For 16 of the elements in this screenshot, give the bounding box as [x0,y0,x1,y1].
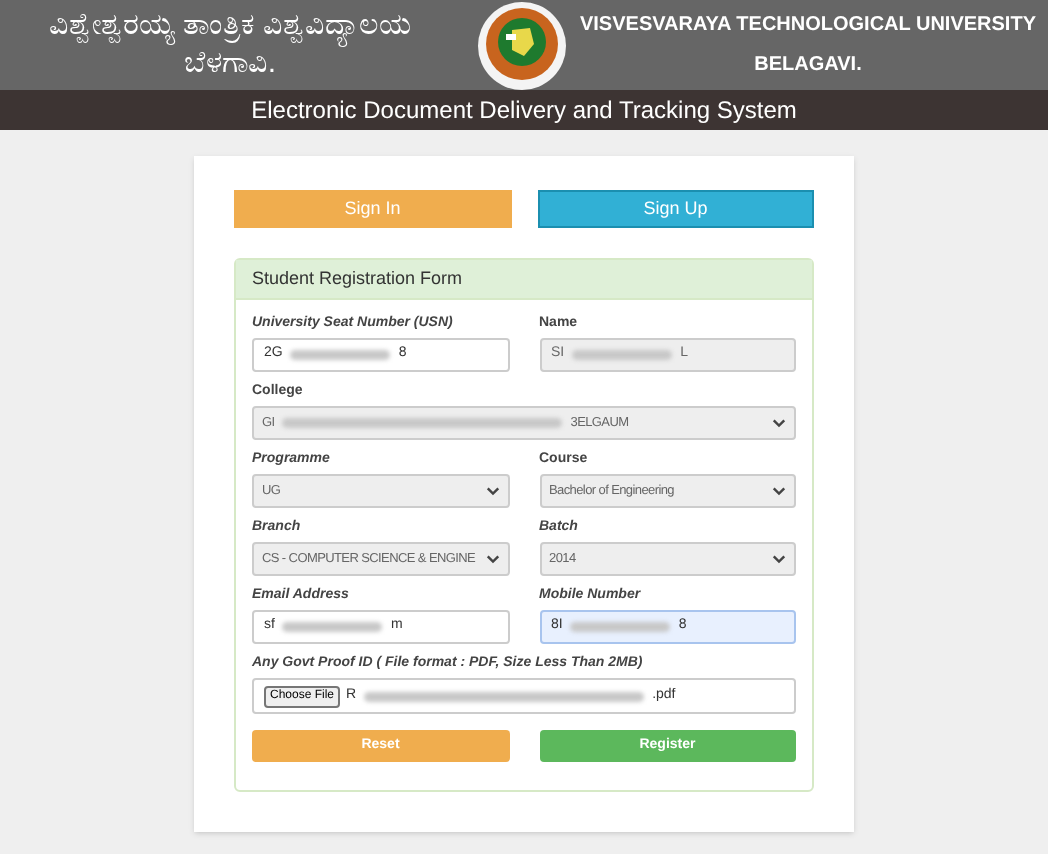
redaction-blur [570,622,671,632]
chevron-down-icon [772,486,786,496]
redaction-blur [290,350,391,360]
city-name: BELAGAVI. [754,51,862,79]
redaction-blur [572,350,673,360]
city-name-kannada: ಬೆಳಗಾವಿ. [183,45,277,83]
chevron-down-icon [485,486,499,496]
chevron-down-icon [485,554,499,564]
form-title: Student Registration Form [252,265,463,292]
chevron-down-icon [772,418,786,428]
chevron-down-icon [772,554,786,564]
university-name-kannada: ವಿಶ್ವೇಶ್ವರಯ್ಯ ತಾಂತ್ರಿಕ ವಿಶ್ವವಿದ್ಯಾಲಯ [48,7,412,45]
system-title: Electronic Document Delivery and Tracking System [251,94,797,128]
redaction-blur [282,622,383,632]
university-logo-icon [476,0,568,91]
university-name: VISVESVARAYA TECHNOLOGICAL UNIVERSITY [579,11,1036,39]
